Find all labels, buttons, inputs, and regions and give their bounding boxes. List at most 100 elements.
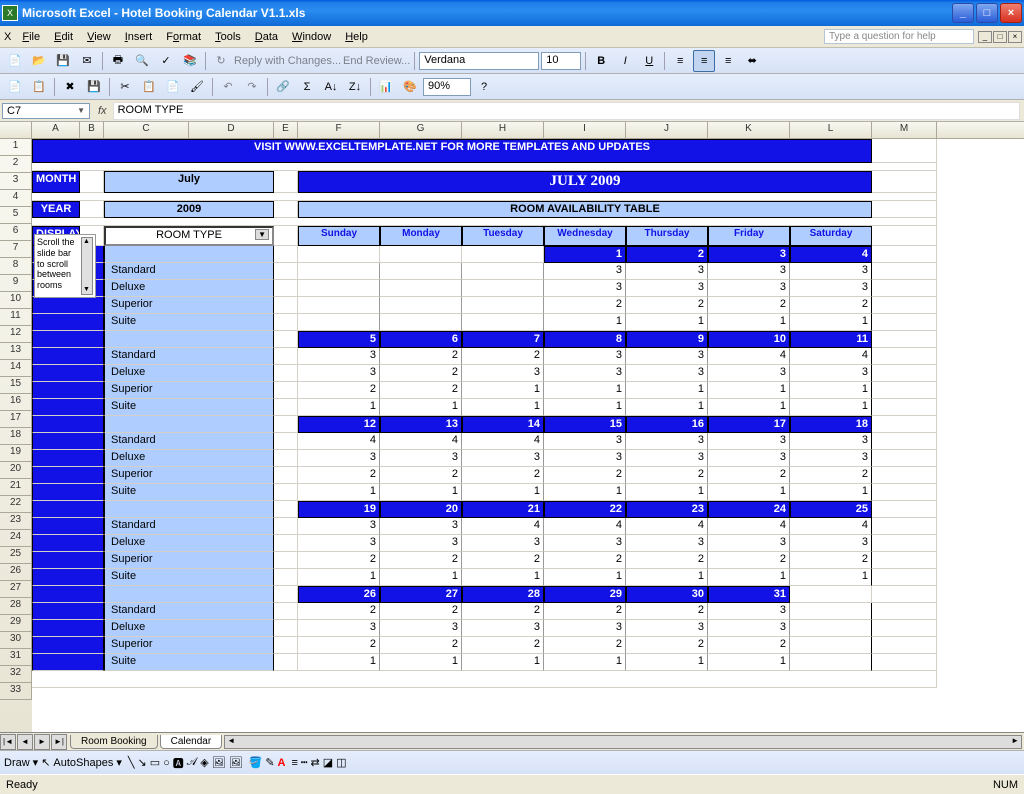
day-header[interactable]: Sunday: [298, 226, 380, 246]
tab-next[interactable]: ►: [34, 734, 50, 750]
diagram-button[interactable]: ◈: [200, 756, 208, 769]
row-10[interactable]: 10: [0, 292, 32, 309]
line-style-button[interactable]: ≡: [291, 757, 297, 769]
row-15[interactable]: 15: [0, 377, 32, 394]
day-header[interactable]: Thursday: [626, 226, 708, 246]
chart-button[interactable]: 📊: [375, 76, 397, 98]
dash-style-button[interactable]: ┅: [301, 756, 308, 769]
hyperlink-button[interactable]: 🔗: [272, 76, 294, 98]
col-J[interactable]: J: [626, 122, 708, 138]
sort-asc-button[interactable]: A↓: [320, 76, 342, 98]
close-doc-button[interactable]: ✖: [59, 76, 81, 98]
row-19[interactable]: 19: [0, 445, 32, 462]
row-22[interactable]: 22: [0, 496, 32, 513]
font-selector[interactable]: Verdana: [419, 52, 539, 70]
save-button[interactable]: 💾: [52, 50, 74, 72]
arrow-style-button[interactable]: ⇄: [311, 756, 320, 769]
fill-color-button[interactable]: 🪣: [249, 756, 263, 769]
col-D[interactable]: D: [189, 122, 274, 138]
row-23[interactable]: 23: [0, 513, 32, 530]
cut-button[interactable]: ✂: [114, 76, 136, 98]
tab-room-booking[interactable]: Room Booking: [70, 735, 158, 749]
menu-file[interactable]: File: [15, 29, 47, 45]
row-30[interactable]: 30: [0, 632, 32, 649]
close-button[interactable]: ×: [1000, 3, 1022, 23]
maximize-button[interactable]: □: [976, 3, 998, 23]
print-button[interactable]: 🖶: [107, 50, 129, 72]
day-header[interactable]: Tuesday: [462, 226, 544, 246]
underline-button[interactable]: U: [638, 50, 660, 72]
wb-minimize[interactable]: _: [978, 31, 992, 43]
col-A[interactable]: A: [32, 122, 80, 138]
wordart-button[interactable]: 𝒜: [187, 756, 197, 769]
row-32[interactable]: 32: [0, 666, 32, 683]
row-25[interactable]: 25: [0, 547, 32, 564]
menu-format[interactable]: Format: [159, 29, 208, 45]
row-20[interactable]: 20: [0, 462, 32, 479]
draw-menu[interactable]: Draw: [4, 757, 30, 769]
horizontal-scrollbar[interactable]: [224, 735, 1022, 749]
row-26[interactable]: 26: [0, 564, 32, 581]
row-11[interactable]: 11: [0, 309, 32, 326]
day-header[interactable]: Saturday: [790, 226, 872, 246]
wb-restore[interactable]: □: [993, 31, 1007, 43]
redo-button[interactable]: ↷: [241, 76, 263, 98]
italic-button[interactable]: I: [614, 50, 636, 72]
mail-button[interactable]: ✉: [76, 50, 98, 72]
fx-icon[interactable]: fx: [92, 105, 113, 117]
row-5[interactable]: 5: [0, 207, 32, 224]
row-24[interactable]: 24: [0, 530, 32, 547]
line-color-button[interactable]: ✎: [265, 756, 274, 769]
row-3[interactable]: 3: [0, 173, 32, 190]
new-button[interactable]: 📄: [4, 50, 26, 72]
select-all-cell[interactable]: [0, 122, 32, 138]
picture-button[interactable]: 🖼: [229, 756, 243, 769]
col-L[interactable]: L: [790, 122, 872, 138]
day-header[interactable]: Monday: [380, 226, 462, 246]
col-F[interactable]: F: [298, 122, 380, 138]
row-2[interactable]: 2: [0, 156, 32, 173]
formula-bar[interactable]: ROOM TYPE: [113, 102, 1020, 120]
rect-button[interactable]: ▭: [150, 756, 160, 769]
3d-button[interactable]: ◫: [336, 756, 346, 769]
paste-button[interactable]: 📄: [162, 76, 184, 98]
minimize-button[interactable]: _: [952, 3, 974, 23]
copy-button[interactable]: 📋: [138, 76, 160, 98]
oval-button[interactable]: ○: [163, 757, 170, 769]
row-33[interactable]: 33: [0, 683, 32, 700]
tab-calendar[interactable]: Calendar: [160, 735, 223, 749]
row-27[interactable]: 27: [0, 581, 32, 598]
display-dropdown[interactable]: ROOM TYPE: [104, 226, 274, 246]
select-objects-button[interactable]: ↖: [41, 756, 50, 769]
row-4[interactable]: 4: [0, 190, 32, 207]
tab-prev[interactable]: ◄: [17, 734, 33, 750]
row-12[interactable]: 12: [0, 326, 32, 343]
shadow-button[interactable]: ◪: [323, 756, 333, 769]
menu-data[interactable]: Data: [248, 29, 285, 45]
align-left-button[interactable]: ≡: [669, 50, 691, 72]
menu-window[interactable]: Window: [285, 29, 338, 45]
menu-insert[interactable]: Insert: [118, 29, 160, 45]
bold-button[interactable]: B: [590, 50, 612, 72]
autoshapes-menu[interactable]: AutoShapes: [53, 757, 113, 769]
day-header[interactable]: Friday: [708, 226, 790, 246]
menu-tools[interactable]: Tools: [208, 29, 248, 45]
research-button[interactable]: 📚: [179, 50, 201, 72]
tab-last[interactable]: ►|: [51, 734, 67, 750]
save-as-button[interactable]: 💾: [83, 76, 105, 98]
row-21[interactable]: 21: [0, 479, 32, 496]
help-search-box[interactable]: Type a question for help: [824, 29, 974, 44]
row-16[interactable]: 16: [0, 394, 32, 411]
col-M[interactable]: M: [872, 122, 937, 138]
cell-grid[interactable]: VISIT WWW.EXCELTEMPLATE.NET FOR MORE TEM…: [32, 139, 1024, 732]
menu-help[interactable]: Help: [338, 29, 375, 45]
col-E[interactable]: E: [274, 122, 298, 138]
align-right-button[interactable]: ≡: [717, 50, 739, 72]
col-B[interactable]: B: [80, 122, 104, 138]
format-painter-button[interactable]: 🖌: [186, 76, 208, 98]
menu-view[interactable]: View: [80, 29, 118, 45]
template-button[interactable]: 📋: [28, 76, 50, 98]
arrow-line-button[interactable]: ↘: [138, 756, 147, 769]
line-button[interactable]: ╲: [128, 756, 135, 769]
row-18[interactable]: 18: [0, 428, 32, 445]
